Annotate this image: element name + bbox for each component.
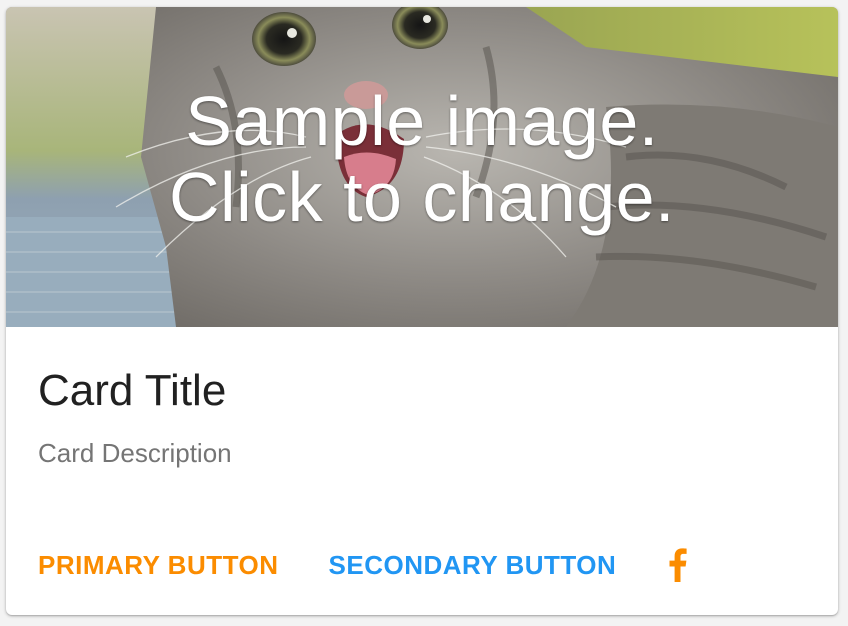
card-image[interactable]: Sample image. Click to change. bbox=[6, 7, 838, 327]
primary-button[interactable]: PRIMARY BUTTON bbox=[38, 550, 279, 581]
card-title: Card Title bbox=[38, 366, 227, 415]
card-description: Card Description bbox=[38, 438, 232, 468]
card-actions: PRIMARY BUTTON SECONDARY BUTTON bbox=[38, 545, 688, 585]
image-overlay-text: Sample image. Click to change. bbox=[6, 7, 838, 327]
facebook-icon[interactable] bbox=[666, 548, 688, 582]
card-content: Card Title Card Description bbox=[6, 327, 838, 469]
overlay-line-2: Click to change. bbox=[168, 158, 676, 236]
card: Sample image. Click to change. Card Titl… bbox=[6, 7, 838, 615]
secondary-button[interactable]: SECONDARY BUTTON bbox=[329, 550, 617, 581]
